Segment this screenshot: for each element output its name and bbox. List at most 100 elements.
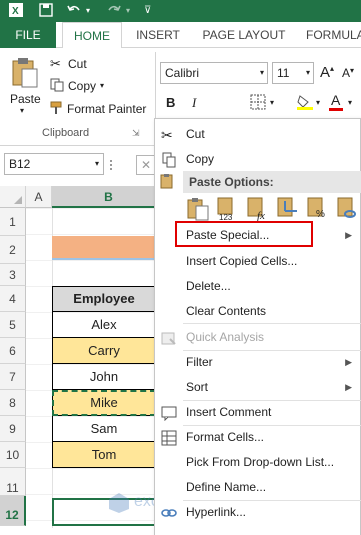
fill-color-dropdown-icon[interactable]: ▾	[316, 98, 320, 107]
paste-option-formulas[interactable]: fx	[245, 197, 271, 222]
borders-dropdown-icon[interactable]: ▾	[270, 98, 274, 107]
paste-option-transpose[interactable]	[275, 197, 301, 221]
cut-label: Cut	[68, 57, 87, 71]
paste-option-formatting[interactable]: %	[305, 197, 331, 221]
paste-options-header: Paste Options:	[183, 171, 361, 193]
employee-cell-tom[interactable]: Tom	[52, 442, 156, 468]
row-header-6[interactable]: 6	[0, 338, 26, 364]
svg-text:%: %	[316, 209, 325, 220]
scissors-icon: ✂	[161, 127, 173, 143]
quick-analysis-icon	[161, 332, 176, 345]
svg-text:X: X	[12, 6, 19, 17]
table-header-employee[interactable]: Employee	[52, 286, 156, 312]
format-painter-button[interactable]: Format Painter	[48, 99, 154, 119]
cancel-entry-icon[interactable]: ✕	[136, 155, 156, 175]
cut-button[interactable]: ✂ Cut	[48, 54, 148, 74]
menu-item-delete[interactable]: Delete...	[155, 274, 360, 299]
employee-cell-john[interactable]: John	[52, 364, 156, 390]
font-name-dropdown-icon: ▾	[259, 68, 264, 77]
save-icon[interactable]	[38, 2, 54, 22]
employee-cell-sam[interactable]: Sam	[52, 416, 156, 442]
font-name-select[interactable]: Calibri ▾	[160, 62, 268, 84]
menu-item-define-name-label: Define Name...	[186, 480, 267, 494]
font-size-select[interactable]: 11 ▾	[272, 62, 314, 84]
menu-item-format-cells[interactable]: Format Cells...	[155, 425, 360, 450]
title-cell-b2[interactable]	[52, 236, 156, 260]
formula-bar-splitter[interactable]	[110, 160, 112, 170]
fill-color-button[interactable]	[296, 93, 314, 114]
copy-icon	[50, 78, 64, 92]
employee-cell-carry[interactable]: Carry	[52, 338, 156, 364]
decrease-font-size-button[interactable]: A▾	[342, 66, 354, 80]
menu-item-insert-copied-cells[interactable]: Insert Copied Cells...	[155, 249, 360, 274]
tab-insert[interactable]: INSERT	[128, 22, 188, 48]
row-header-12[interactable]: 12	[0, 496, 26, 526]
menu-item-clear-contents-label: Clear Contents	[186, 304, 267, 318]
scissors-icon: ✂	[50, 56, 61, 71]
menu-item-cut[interactable]: ✂ Cut	[155, 122, 360, 147]
menu-item-filter[interactable]: Filter ▶	[155, 350, 360, 375]
font-color-dropdown-icon[interactable]: ▾	[348, 98, 352, 107]
menu-item-pick-from-dropdown[interactable]: Pick From Drop-down List...	[155, 450, 360, 475]
row-header-3[interactable]: 3	[0, 264, 26, 286]
undo-icon[interactable]	[66, 2, 82, 22]
font-color-swatch	[329, 108, 343, 111]
copy-marquee	[52, 390, 156, 416]
row-header-9[interactable]: 9	[0, 416, 26, 442]
menu-item-pick-from-dropdown-label: Pick From Drop-down List...	[186, 455, 335, 469]
menu-item-clear-contents[interactable]: Clear Contents	[155, 299, 360, 324]
increase-font-glyph: A	[320, 64, 331, 81]
menu-item-hyperlink[interactable]: Hyperlink...	[155, 500, 360, 525]
paste-button[interactable]: Paste ▾	[6, 54, 44, 115]
paste-option-values[interactable]: 123	[215, 197, 241, 222]
paste-transpose-icon	[277, 197, 297, 217]
watermark-logo-icon	[109, 493, 129, 513]
paste-dropdown-icon: ▾	[20, 106, 25, 115]
decrease-font-glyph: A	[342, 66, 351, 80]
paste-option-paste[interactable]	[185, 197, 211, 221]
borders-button[interactable]	[250, 94, 266, 113]
menu-item-sort[interactable]: Sort ▶	[155, 375, 360, 400]
menu-item-quick-analysis[interactable]: Quick Analysis	[155, 325, 360, 350]
clipboard-launcher-icon[interactable]: ⇲	[132, 128, 140, 139]
redo-icon[interactable]	[106, 2, 122, 22]
clipboard-icon	[12, 58, 38, 88]
paste-option-link[interactable]	[335, 197, 361, 221]
column-header-a[interactable]: A	[26, 186, 52, 208]
paste-formatting-icon: %	[307, 197, 325, 220]
customize-toolbar-icon[interactable]: ⊽	[144, 2, 151, 20]
menu-item-filter-label: Filter	[186, 355, 213, 369]
row-header-1[interactable]: 1	[0, 208, 26, 236]
increase-font-size-button[interactable]: A▴	[320, 64, 334, 81]
menu-item-insert-comment[interactable]: Insert Comment	[155, 400, 360, 425]
format-painter-label: Format Painter	[67, 102, 147, 116]
bold-button[interactable]: B	[166, 95, 175, 110]
menu-item-copy[interactable]: Copy	[155, 147, 360, 172]
row-header-2[interactable]: 2	[0, 236, 26, 264]
font-color-button[interactable]: A	[328, 92, 344, 112]
row-header-8[interactable]: 8	[0, 390, 26, 416]
undo-dropdown-icon[interactable]: ▾	[86, 2, 90, 20]
row-header-7[interactable]: 7	[0, 364, 26, 390]
hyperlink-icon	[161, 509, 177, 517]
row-header-5[interactable]: 5	[0, 312, 26, 338]
row-header-11[interactable]: 11	[0, 468, 26, 496]
copy-dropdown-icon: ▾	[100, 81, 105, 90]
employee-cell-alex[interactable]: Alex	[52, 312, 156, 338]
paste-label: Paste	[10, 92, 41, 106]
italic-button[interactable]: I	[192, 95, 196, 111]
copy-button[interactable]: Copy ▾	[48, 76, 148, 96]
tab-file[interactable]: FILE	[0, 22, 56, 48]
tab-home[interactable]: HOME	[62, 22, 122, 49]
row-header-4[interactable]: 4	[0, 286, 26, 312]
paste-values-icon: 123	[217, 197, 233, 222]
tab-formulas[interactable]: FORMULA	[306, 22, 361, 48]
row-header-10[interactable]: 10	[0, 442, 26, 468]
tab-page-layout[interactable]: PAGE LAYOUT	[196, 22, 292, 48]
menu-item-define-name[interactable]: Define Name...	[155, 475, 360, 500]
redo-dropdown-icon[interactable]: ▾	[126, 2, 130, 20]
name-box[interactable]: B12 ▾	[4, 153, 104, 175]
select-all-corner[interactable]	[0, 186, 26, 208]
clipboard-group-label: Clipboard	[42, 127, 90, 139]
column-header-b[interactable]: B	[52, 186, 166, 208]
